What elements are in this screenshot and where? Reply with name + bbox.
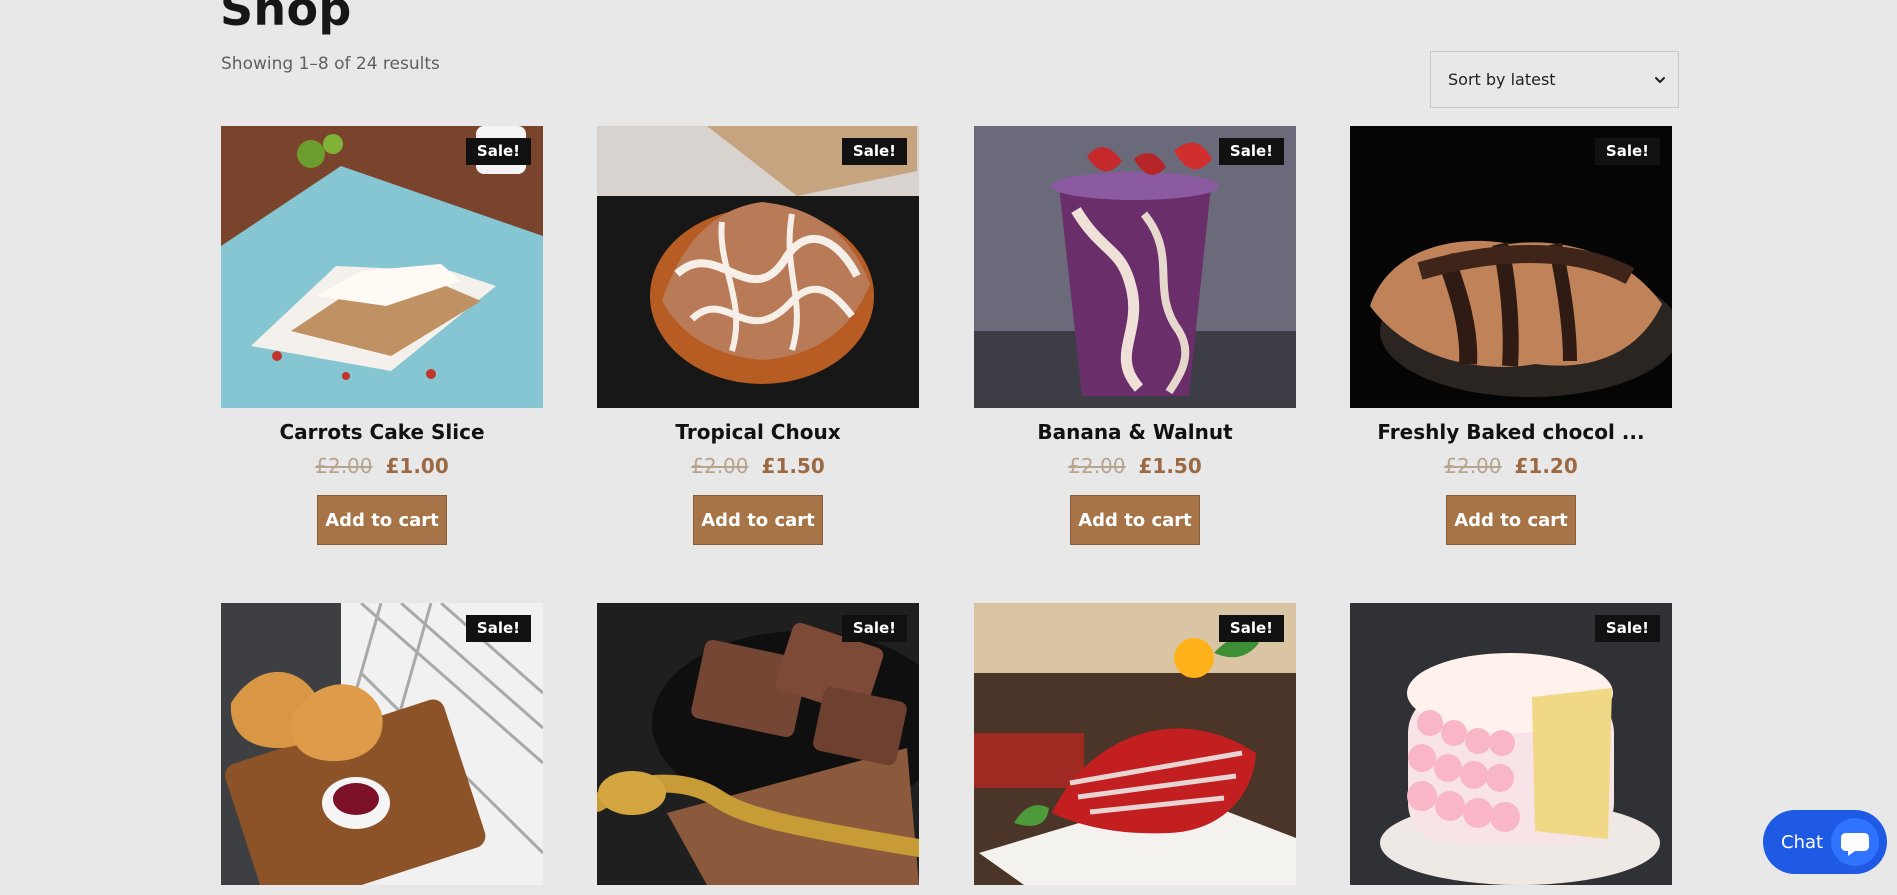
strawberry-cake-image <box>1350 603 1672 885</box>
chocolate-croissant-image <box>1350 126 1672 408</box>
sale-badge: Sale! <box>1218 138 1284 165</box>
product-title[interactable]: Banana & Walnut <box>974 420 1296 444</box>
product-image-red-velvet[interactable]: Sale! <box>974 603 1296 885</box>
sale-price: £1.20 <box>1514 454 1578 478</box>
product-card: Sale! <box>597 603 919 885</box>
product-image-croissants-jam[interactable]: Sale! <box>221 603 543 885</box>
price-row: £2.00 £1.00 <box>221 454 543 478</box>
product-card: Sale! Banana & Walnut £2.00 £1.50 Add to… <box>974 126 1296 545</box>
shop-page: Shop Showing 1–8 of 24 results Sort by l… <box>0 0 1897 895</box>
product-title[interactable]: Carrots Cake Slice <box>221 420 543 444</box>
add-to-cart-button[interactable]: Add to cart <box>1070 495 1200 545</box>
chat-label: Chat <box>1781 831 1824 853</box>
old-price: £2.00 <box>315 454 373 478</box>
product-image-tropical-choux[interactable]: Sale! <box>597 126 919 408</box>
product-title[interactable]: Freshly Baked chocol ... <box>1350 420 1672 444</box>
banana-walnut-image <box>974 126 1296 408</box>
product-card: Sale! Tropical Choux £2.00 £1.50 Add to … <box>597 126 919 545</box>
price-row: £2.00 £1.50 <box>974 454 1296 478</box>
product-title[interactable]: Tropical Choux <box>597 420 919 444</box>
sale-price: £1.50 <box>1138 454 1202 478</box>
product-image-strawberry-cake[interactable]: Sale! <box>1350 603 1672 885</box>
chat-bubble-icon <box>1831 818 1879 866</box>
product-card: Sale! <box>1350 603 1672 885</box>
sale-badge: Sale! <box>1594 138 1660 165</box>
old-price: £2.00 <box>1444 454 1502 478</box>
sale-badge: Sale! <box>1218 615 1284 642</box>
product-image-chocolate-croissant[interactable]: Sale! <box>1350 126 1672 408</box>
product-image-brownies[interactable]: Sale! <box>597 603 919 885</box>
sale-badge: Sale! <box>841 615 907 642</box>
sale-badge: Sale! <box>465 615 531 642</box>
product-image-carrot-cake[interactable]: Sale! <box>221 126 543 408</box>
chat-button[interactable]: Chat <box>1763 810 1887 874</box>
product-card: Sale! Freshly Baked chocol ... £2.00 £1.… <box>1350 126 1672 545</box>
old-price: £2.00 <box>691 454 749 478</box>
add-to-cart-button[interactable]: Add to cart <box>693 495 823 545</box>
old-price: £2.00 <box>1068 454 1126 478</box>
sale-badge: Sale! <box>1594 615 1660 642</box>
product-grid: Sale! Carrots Cake Slice £2.00 £1.00 Add… <box>0 0 1897 895</box>
add-to-cart-button[interactable]: Add to cart <box>317 495 447 545</box>
tropical-choux-image <box>597 126 919 408</box>
red-velvet-image <box>974 603 1296 885</box>
sale-badge: Sale! <box>841 138 907 165</box>
product-image-banana-walnut[interactable]: Sale! <box>974 126 1296 408</box>
sale-badge: Sale! <box>465 138 531 165</box>
sale-price: £1.00 <box>385 454 449 478</box>
price-row: £2.00 £1.50 <box>597 454 919 478</box>
sale-price: £1.50 <box>761 454 825 478</box>
add-to-cart-button[interactable]: Add to cart <box>1446 495 1576 545</box>
croissants-jam-image <box>221 603 543 885</box>
product-card: Sale! Carrots Cake Slice £2.00 £1.00 Add… <box>221 126 543 545</box>
price-row: £2.00 £1.20 <box>1350 454 1672 478</box>
carrot-cake-image <box>221 126 543 408</box>
product-card: Sale! <box>974 603 1296 885</box>
product-card: Sale! <box>221 603 543 885</box>
brownies-image <box>597 603 919 885</box>
